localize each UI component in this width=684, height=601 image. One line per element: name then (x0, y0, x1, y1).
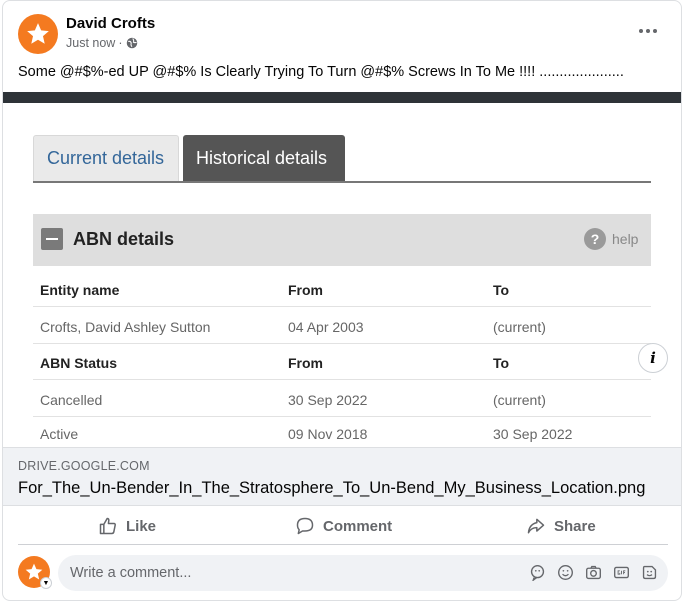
info-icon[interactable]: i (638, 343, 668, 373)
author-avatar[interactable] (18, 14, 58, 54)
gif-icon[interactable] (612, 563, 631, 582)
camera-icon[interactable] (584, 563, 603, 582)
table-row: Cancelled 30 Sep 2022 (current) (33, 381, 651, 417)
table-cell: ABN Status (40, 355, 118, 371)
table-cell: Cancelled (40, 392, 103, 408)
post-meta: Just now · (66, 36, 138, 50)
comment-button[interactable]: Comment (295, 509, 392, 543)
like-button[interactable]: Like (98, 509, 156, 543)
post-text: Some @#$%-ed UP @#$% Is Clearly Trying T… (18, 64, 624, 80)
tab-underline (33, 181, 651, 183)
comment-tools (528, 563, 659, 582)
sticker-icon[interactable] (640, 563, 659, 582)
thumbs-up-icon (99, 517, 116, 535)
table-row: Entity name From To (33, 271, 651, 307)
star-logo-icon (27, 23, 49, 44)
table-cell: From (288, 282, 323, 298)
table-cell: 09 Nov 2018 (288, 426, 368, 442)
table-cell: To (493, 355, 510, 371)
table-cell: (current) (493, 319, 546, 335)
link-title[interactable]: For_The_Un-Bender_In_The_Stratosphere_To… (18, 479, 645, 498)
table-cell: (current) (493, 392, 546, 408)
share-label: Share (554, 517, 596, 535)
share-arrow-icon (527, 518, 545, 534)
post-card: David Crofts Just now · Some @#$%-ed UP … (2, 0, 682, 601)
link-domain: DRIVE.GOOGLE.COM (18, 459, 150, 473)
abn-panel-header: ABN details ? help (33, 214, 651, 266)
globe-icon[interactable] (126, 37, 138, 49)
tab-historical-details: Historical details (183, 135, 345, 181)
meta-separator: · (118, 36, 123, 50)
help-icon: ? (584, 228, 606, 250)
table-row: Active 09 Nov 2018 30 Sep 2022 (33, 415, 651, 447)
comment-label: Comment (323, 517, 393, 535)
table-cell: Active (40, 426, 79, 442)
help-label: help (612, 231, 639, 247)
image-top-bar (3, 92, 681, 103)
more-dots-icon[interactable] (633, 21, 663, 41)
author-name[interactable]: David Crofts (66, 15, 155, 32)
chevron-down-icon[interactable]: ▼ (40, 577, 52, 589)
emoji-icon[interactable] (556, 563, 575, 582)
share-button[interactable]: Share (526, 509, 596, 543)
table-cell: Entity name (40, 282, 120, 298)
table-row: ABN Status From To (33, 344, 651, 380)
panel-title: ABN details (73, 229, 175, 249)
collapse-icon (41, 228, 63, 250)
comment-bubble-icon (296, 517, 314, 535)
post-timestamp[interactable]: Just now (66, 36, 115, 50)
attached-image[interactable]: Current details Historical details ABN d… (3, 92, 681, 447)
table-cell: To (493, 282, 510, 298)
table-cell: 04 Apr 2003 (288, 319, 364, 335)
sticker-avatar-icon[interactable] (528, 563, 547, 582)
table-cell: 30 Sep 2022 (288, 392, 368, 408)
table-row: Crofts, David Ashley Sutton 04 Apr 2003 … (33, 308, 651, 344)
post-actions: Like Comment Share (18, 509, 668, 545)
table-cell: From (288, 355, 323, 371)
table-cell: 30 Sep 2022 (493, 426, 573, 442)
tab-current-details: Current details (33, 135, 179, 181)
link-preview[interactable]: DRIVE.GOOGLE.COM For_The_Un-Bender_In_Th… (3, 447, 681, 506)
table-cell: Crofts, David Ashley Sutton (40, 319, 211, 335)
like-label: Like (126, 517, 157, 535)
